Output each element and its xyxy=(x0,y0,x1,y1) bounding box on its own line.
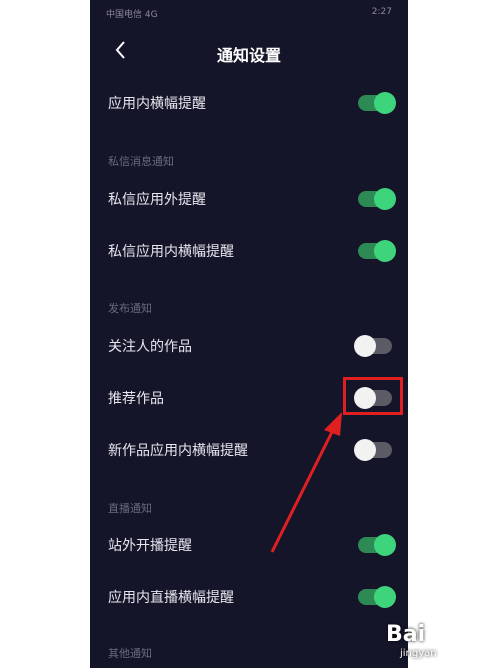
watermark-logo: Bai xyxy=(386,622,426,647)
annotation-arrow-icon xyxy=(270,412,342,553)
watermark-sub: jingyan xyxy=(400,648,437,659)
